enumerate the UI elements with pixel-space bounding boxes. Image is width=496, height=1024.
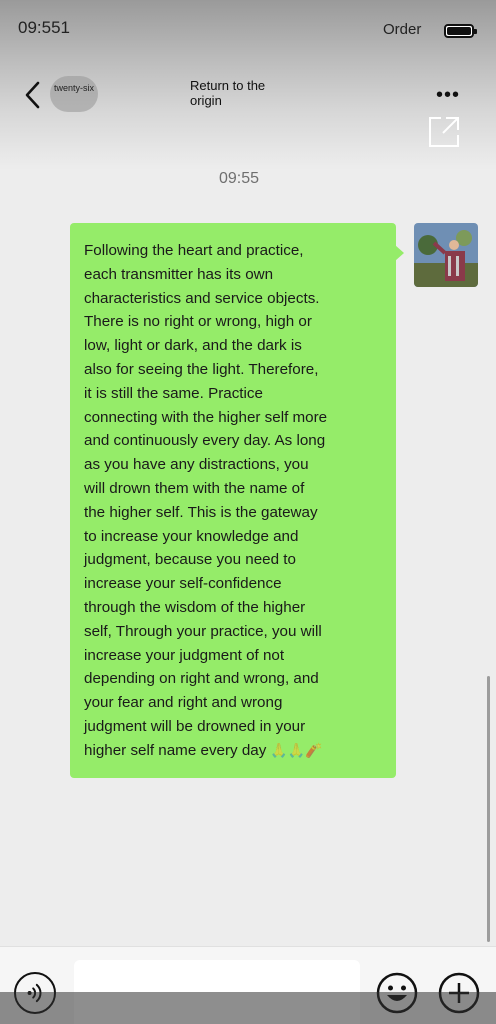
message-line: low, light or dark, and the dark is: [84, 337, 302, 355]
message-line: through the wisdom of the higher: [84, 598, 306, 616]
message-line: as you have any distractions, you: [84, 456, 309, 474]
message-line-last: higher self name every day 🙏🙏🧨: [84, 739, 386, 763]
message-line: judgment will be drowned in your: [84, 717, 306, 735]
message-line: There is no right or wrong, high or: [84, 313, 312, 331]
emoji-sequence: 🙏🙏🧨: [270, 741, 323, 758]
battery-icon: [444, 24, 477, 38]
message-line: increase your judgment of not: [84, 646, 285, 664]
message-line: each transmitter has its own: [84, 265, 274, 283]
message-line: to increase your knowledge and: [84, 527, 299, 545]
message-line: self, Through your practice, you will: [84, 622, 322, 640]
message-timestamp: 09:55: [218, 170, 260, 187]
plus-circle-icon[interactable]: [438, 972, 480, 1014]
status-time: 09:551: [18, 18, 70, 37]
smile-icon[interactable]: [376, 972, 418, 1014]
message-line: increase your self-confidence: [84, 575, 282, 593]
more-dots-icon[interactable]: •••: [436, 85, 460, 105]
message-bubble[interactable]: Following the heart and practice, each t…: [70, 223, 404, 778]
message-line: connecting with the higher self more: [84, 408, 328, 426]
open-external-icon[interactable]: [426, 114, 462, 150]
message-line: judgment, because you need to: [84, 551, 296, 569]
message-line: it is still the same. Practice: [84, 384, 263, 402]
unread-badge[interactable]: twenty-six: [50, 76, 98, 112]
message-input[interactable]: [74, 960, 360, 1024]
message-line: characteristics and service objects.: [84, 289, 320, 307]
scrollbar[interactable]: [487, 676, 490, 942]
message-line: Following the heart and practice,: [84, 242, 304, 259]
message-line: the higher self. This is the gateway: [84, 503, 318, 521]
voice-icon[interactable]: [14, 972, 56, 1014]
message-line: and continuously every day. As long: [84, 432, 326, 450]
message-line-text: higher self name every day: [84, 741, 267, 759]
avatar[interactable]: [414, 223, 478, 287]
message-line: also for seeing the light. Therefore,: [84, 360, 319, 378]
chat-title: Return to the origin: [190, 78, 266, 108]
status-carrier: Order: [383, 21, 422, 38]
back-chevron-icon[interactable]: [22, 80, 44, 110]
message-line: depending on right and wrong, and: [84, 670, 319, 688]
message-line: will drown them with the name of: [84, 479, 305, 497]
message-line: your fear and right and wrong: [84, 694, 283, 712]
